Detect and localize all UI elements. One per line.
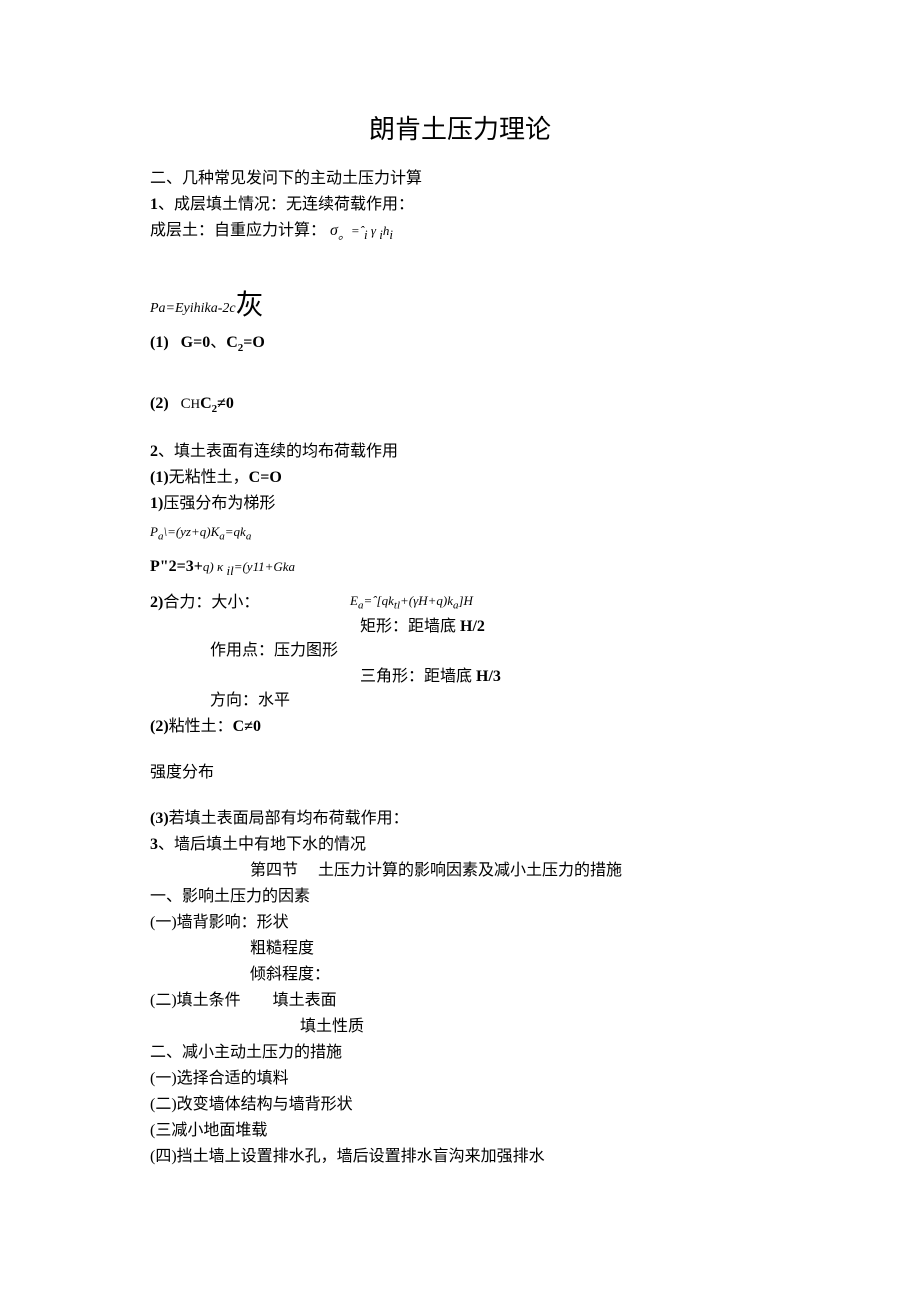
ea-formula: Ea=ˆ[qktl+(γH+q)ka]H [350, 591, 473, 615]
item-2-1-1: 1)压强分布为梯形 [150, 492, 770, 516]
formula-p2: P"2=3+q) κ il=(y11+Gka [150, 555, 770, 581]
case-2: (2) CHC2≠0 [150, 392, 770, 418]
num: 1 [150, 196, 158, 213]
s4-1-1: (一)墙背影响：形状 [150, 911, 770, 935]
qk: q) κ [203, 559, 227, 574]
i3: i [389, 227, 393, 242]
h3: H/3 [476, 668, 501, 685]
strength-dist: 强度分布 [150, 761, 770, 785]
txt: 三角形：距墙底 [360, 668, 472, 685]
resultant-row: 2)合力：大小： Ea=ˆ[qktl+(γH+q)ka]H [150, 591, 770, 615]
mid: \=(yz+q)K [163, 524, 219, 539]
p: P [150, 524, 158, 539]
pa-eq: Pa=Eyihika-2c [150, 301, 236, 316]
h2: H/2 [460, 618, 485, 635]
m2: +(γH+q)k [400, 593, 453, 608]
n: (1) [150, 469, 169, 486]
n: (2) [150, 718, 169, 735]
txt: 无粘性土， [169, 469, 249, 486]
m1: =ˆ[qk [363, 593, 393, 608]
n: 2 [150, 443, 158, 460]
formula-pa: Pa=Eyihika-2c灰 [150, 285, 770, 327]
item-2: 2、填土表面有连续的均布荷载作用 [150, 440, 770, 464]
cne0: C≠0 [233, 718, 261, 735]
s4-1: 一、影响土压力的因素 [150, 885, 770, 909]
c2: C [200, 395, 212, 412]
txt: 若填土表面局部有均布荷载作用： [169, 810, 409, 827]
s4-1-2: (二)填土条件 填土表面 [150, 989, 770, 1013]
s4-2-2: (二)改变墙体结构与墙背形状 [150, 1093, 770, 1117]
txt: 压强分布为梯形 [163, 495, 275, 512]
val: 填土表面 [273, 992, 337, 1009]
label: (二)填土条件 [150, 992, 241, 1009]
txt: 成层土：自重应力计算： [150, 222, 330, 239]
m3: ]H [459, 593, 473, 608]
p2: P"2=3+ [150, 558, 203, 575]
eo: =O [243, 334, 265, 351]
sigma: σ [330, 222, 338, 239]
s4-1-1b: 粗糙程度 [150, 937, 770, 961]
tri-row: 三角形：距墙底 H/3 [150, 665, 770, 689]
txt: 、墙后填土中有地下水的情况 [158, 836, 366, 853]
n: 1) [150, 495, 163, 512]
case-1: (1) G=0、C2=O [150, 331, 770, 357]
txt: 粘性土： [169, 718, 233, 735]
n: (2) [150, 395, 169, 412]
rest: =(y11+Gka [234, 559, 295, 574]
c1: C [181, 396, 191, 412]
eq2: =qk [225, 524, 246, 539]
sec: 第四节 [250, 862, 298, 879]
ne0: ≠0 [217, 395, 234, 412]
gamma: γ [368, 223, 380, 238]
dot: 。 [338, 227, 351, 242]
n: 2) [150, 594, 163, 611]
item-2-2: (2)粘性土：C≠0 [150, 715, 770, 739]
sep: 、 [210, 334, 226, 351]
h: H [191, 396, 200, 411]
item-2-1: (1)无粘性土，C=O [150, 466, 770, 490]
eq: = [351, 223, 360, 238]
s4-2: 二、减小主动土压力的措施 [150, 1041, 770, 1065]
co: C=O [249, 469, 282, 486]
n: (1) [150, 334, 169, 351]
n: 3 [150, 836, 158, 853]
txt: 土压力计算的影响因素及减小土压力的措施 [318, 862, 622, 879]
il: il [226, 563, 233, 578]
txt: 、成层填土情况：无连续荷载作用： [158, 196, 414, 213]
heading-2: 二、几种常见发问下的主动土压力计算 [150, 167, 770, 191]
s4-1-1c: 倾斜程度： [150, 963, 770, 987]
hui: 灰 [236, 290, 264, 321]
page-title: 朗肯土压力理论 [150, 110, 770, 149]
g0: G=0 [181, 334, 211, 351]
s4-1-2b: 填土性质 [150, 1015, 770, 1039]
item-3: 3、墙后填土中有地下水的情况 [150, 833, 770, 857]
item-1-sub: 成层土：自重应力计算： σ。=ˆi γ ihi [150, 219, 770, 245]
e: E [350, 593, 358, 608]
s4-2-3: (三减小地面堆载 [150, 1119, 770, 1143]
formula-pa1: Pa\=(yz+q)Ka=qka [150, 522, 770, 545]
s4-2-4: (四)挡土墙上设置排水孔，墙后设置排水盲沟来加强排水 [150, 1145, 770, 1169]
txt: 合力：大小： [163, 594, 259, 611]
direction: 方向：水平 [150, 689, 770, 713]
c: C [226, 334, 238, 351]
txt: 矩形：距墙底 [360, 618, 456, 635]
item-1: 1、成层填土情况：无连续荷载作用： [150, 193, 770, 217]
txt: 、填土表面有连续的均布荷载作用 [158, 443, 398, 460]
n: (3) [150, 810, 169, 827]
section-4-title: 第四节 土压力计算的影响因素及减小土压力的措施 [150, 859, 770, 883]
action-point: 作用点：压力图形 [150, 639, 770, 663]
rect-row: 矩形：距墙底 H/2 [150, 615, 770, 639]
item-2-3: (3)若填土表面局部有均布荷载作用： [150, 807, 770, 831]
s4-2-1: (一)选择合适的填料 [150, 1067, 770, 1091]
a3: a [246, 531, 252, 543]
